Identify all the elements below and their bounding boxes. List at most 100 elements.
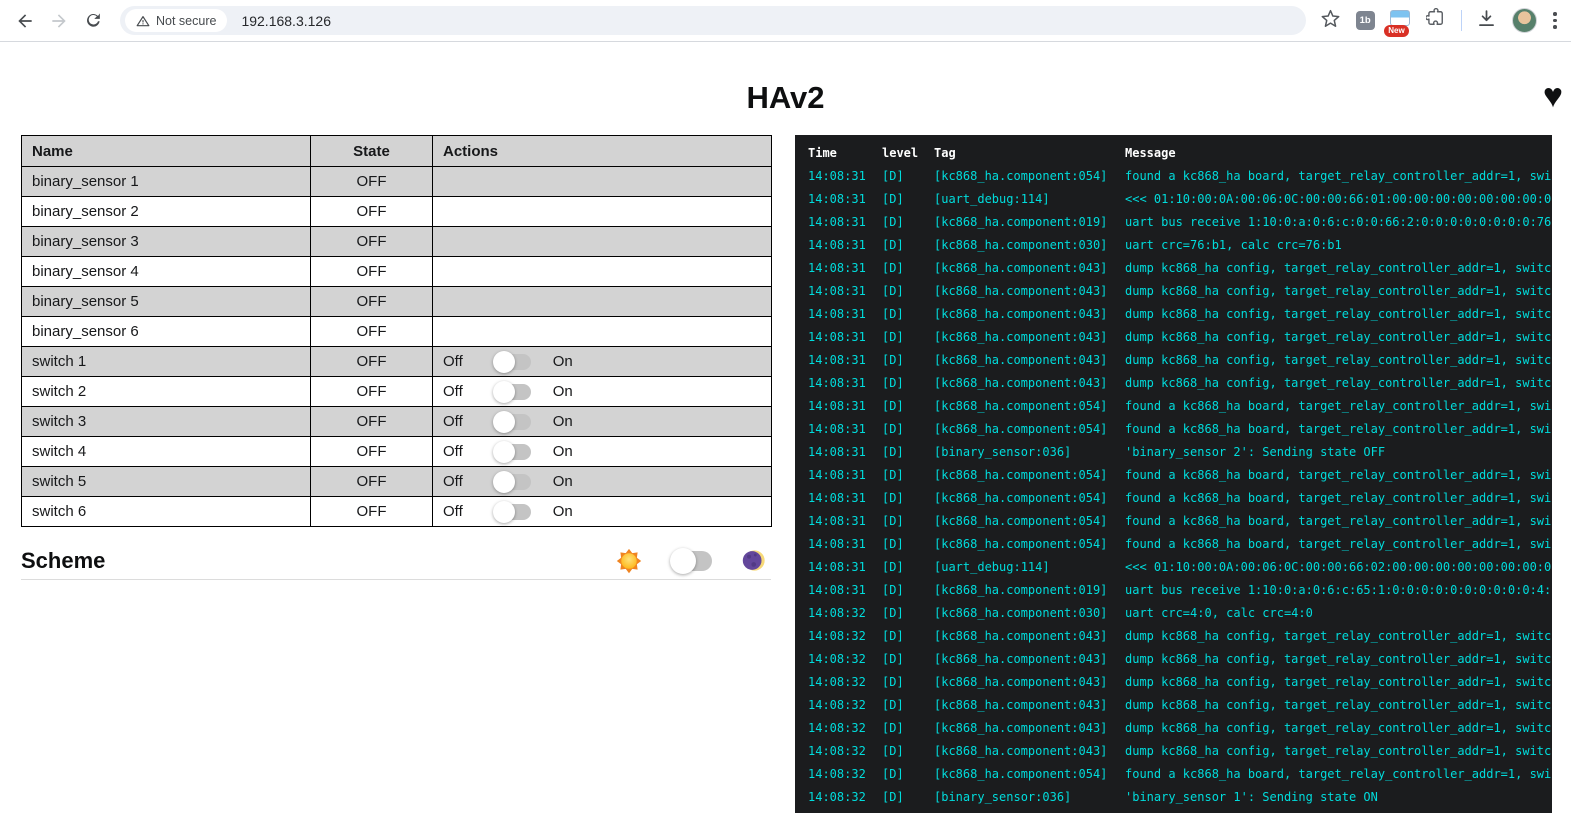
log-message: dump kc868_ha config, target_relay_contr…	[1125, 671, 1552, 694]
bookmark-star-button[interactable]	[1320, 8, 1341, 34]
new-badge: New	[1384, 25, 1408, 37]
entity-toggle[interactable]	[495, 444, 531, 460]
scheme-toggle-knob	[670, 548, 696, 574]
log-message: uart crc=4:0, calc crc=4:0	[1125, 602, 1552, 625]
log-time: 14:08:31	[808, 234, 882, 257]
log-tag: [kc868_ha.component:043]	[934, 648, 1125, 671]
log-message: found a kc868_ha board, target_relay_con…	[1125, 464, 1552, 487]
extension-1b-label: 1b	[1360, 15, 1371, 26]
log-row: 14:08:31 [D] [kc868_ha.component:043] du…	[808, 280, 1552, 303]
scheme-toggle[interactable]	[672, 551, 712, 571]
log-tag: [uart_debug:114]	[934, 556, 1125, 579]
log-row: 14:08:31 [D] [kc868_ha.component:043] du…	[808, 326, 1552, 349]
log-message: found a kc868_ha board, target_relay_con…	[1125, 533, 1552, 556]
log-tag: [kc868_ha.component:043]	[934, 740, 1125, 763]
log-time: 14:08:31	[808, 211, 882, 234]
entity-state: OFF	[311, 347, 433, 377]
log-level: [D]	[882, 694, 934, 717]
log-message: dump kc868_ha config, target_relay_contr…	[1125, 372, 1552, 395]
log-message: 'binary_sensor 2': Sending state OFF	[1125, 441, 1552, 464]
log-header-row: Time level Tag Message	[808, 142, 1552, 165]
log-tag: [kc868_ha.component:043]	[934, 257, 1125, 280]
entity-actions: Off On	[443, 503, 771, 520]
log-time: 14:08:31	[808, 487, 882, 510]
log-time: 14:08:31	[808, 349, 882, 372]
entity-name: switch 6	[22, 497, 311, 527]
extension-1b-button[interactable]: 1b	[1356, 11, 1375, 30]
back-arrow-icon	[15, 11, 35, 31]
log-level: [D]	[882, 257, 934, 280]
profile-avatar[interactable]	[1512, 8, 1537, 33]
log-message: found a kc868_ha board, target_relay_con…	[1125, 165, 1552, 188]
entity-toggle[interactable]	[495, 474, 531, 490]
scheme-title: Scheme	[21, 548, 105, 574]
log-tag: [kc868_ha.component:043]	[934, 717, 1125, 740]
log-tag: [binary_sensor:036]	[934, 441, 1125, 464]
warning-icon	[136, 14, 150, 28]
extension-new-button[interactable]: New	[1389, 10, 1411, 32]
heart-icon[interactable]: ♥	[1543, 78, 1563, 114]
download-button[interactable]	[1476, 8, 1497, 34]
log-level: [D]	[882, 395, 934, 418]
entity-state: OFF	[311, 257, 433, 287]
table-row: switch 3 OFF Off On	[22, 407, 772, 437]
entity-actions: Off On	[443, 413, 771, 430]
entity-actions: Off On	[443, 353, 771, 370]
log-time: 14:08:32	[808, 625, 882, 648]
log-time: 14:08:31	[808, 464, 882, 487]
table-row: switch 5 OFF Off On	[22, 467, 772, 497]
log-message: dump kc868_ha config, target_relay_contr…	[1125, 349, 1552, 372]
extensions-puzzle-button[interactable]	[1426, 8, 1446, 33]
log-time: 14:08:31	[808, 395, 882, 418]
log-level: [D]	[882, 487, 934, 510]
log-message: found a kc868_ha board, target_relay_con…	[1125, 763, 1552, 786]
table-row: binary_sensor 4 OFF	[22, 257, 772, 287]
log-row: 14:08:31 [D] [kc868_ha.component:043] du…	[808, 372, 1552, 395]
entity-toggle[interactable]	[495, 504, 531, 520]
log-level: [D]	[882, 533, 934, 556]
log-message: dump kc868_ha config, target_relay_contr…	[1125, 717, 1552, 740]
log-row: 14:08:31 [D] [uart_debug:114] <<< 01:10:…	[808, 556, 1552, 579]
toggle-off-label: Off	[443, 503, 463, 520]
entity-toggle[interactable]	[495, 354, 531, 370]
table-row: switch 6 OFF Off On	[22, 497, 772, 527]
not-secure-badge[interactable]: Not secure	[125, 9, 227, 32]
log-row: 14:08:32 [D] [kc868_ha.component:043] du…	[808, 740, 1552, 763]
entity-state: OFF	[311, 197, 433, 227]
forward-arrow-icon	[49, 11, 69, 31]
log-row: 14:08:31 [D] [kc868_ha.component:043] du…	[808, 257, 1552, 280]
table-row: binary_sensor 1 OFF	[22, 167, 772, 197]
log-message: found a kc868_ha board, target_relay_con…	[1125, 510, 1552, 533]
toggle-off-label: Off	[443, 443, 463, 460]
log-time: 14:08:31	[808, 303, 882, 326]
log-tag: [kc868_ha.component:054]	[934, 510, 1125, 533]
log-message: dump kc868_ha config, target_relay_contr…	[1125, 625, 1552, 648]
log-row: 14:08:32 [D] [kc868_ha.component:043] du…	[808, 717, 1552, 740]
log-row: 14:08:32 [D] [kc868_ha.component:043] du…	[808, 648, 1552, 671]
log-row: 14:08:31 [D] [kc868_ha.component:043] du…	[808, 303, 1552, 326]
not-secure-label: Not secure	[156, 14, 216, 28]
log-row: 14:08:32 [D] [kc868_ha.component:054] fo…	[808, 763, 1552, 786]
address-bar[interactable]: Not secure 192.168.3.126	[120, 6, 1306, 35]
toggle-off-label: Off	[443, 413, 463, 430]
log-level: [D]	[882, 464, 934, 487]
log-time: 14:08:31	[808, 280, 882, 303]
menu-kebab-button[interactable]	[1551, 10, 1559, 31]
table-row: switch 1 OFF Off On	[22, 347, 772, 377]
entity-toggle[interactable]	[495, 414, 531, 430]
entity-toggle[interactable]	[495, 384, 531, 400]
entity-state: OFF	[311, 167, 433, 197]
reload-button[interactable]	[76, 4, 110, 38]
log-row: 14:08:31 [D] [kc868_ha.component:054] fo…	[808, 395, 1552, 418]
log-header-level: level	[882, 142, 934, 165]
toolbar-separator	[1461, 10, 1462, 31]
back-button[interactable]	[8, 4, 42, 38]
entity-state: OFF	[311, 497, 433, 527]
log-tag: [binary_sensor:036]	[934, 786, 1125, 809]
log-row: 14:08:31 [D] [kc868_ha.component:054] fo…	[808, 533, 1552, 556]
log-row: 14:08:32 [D] [binary_sensor:036] 'binary…	[808, 786, 1552, 809]
log-row: 14:08:31 [D] [kc868_ha.component:043] du…	[808, 349, 1552, 372]
forward-button[interactable]	[42, 4, 76, 38]
log-row: 14:08:32 [D] [kc868_ha.component:043] du…	[808, 694, 1552, 717]
page-title: HAv2	[0, 80, 1571, 116]
